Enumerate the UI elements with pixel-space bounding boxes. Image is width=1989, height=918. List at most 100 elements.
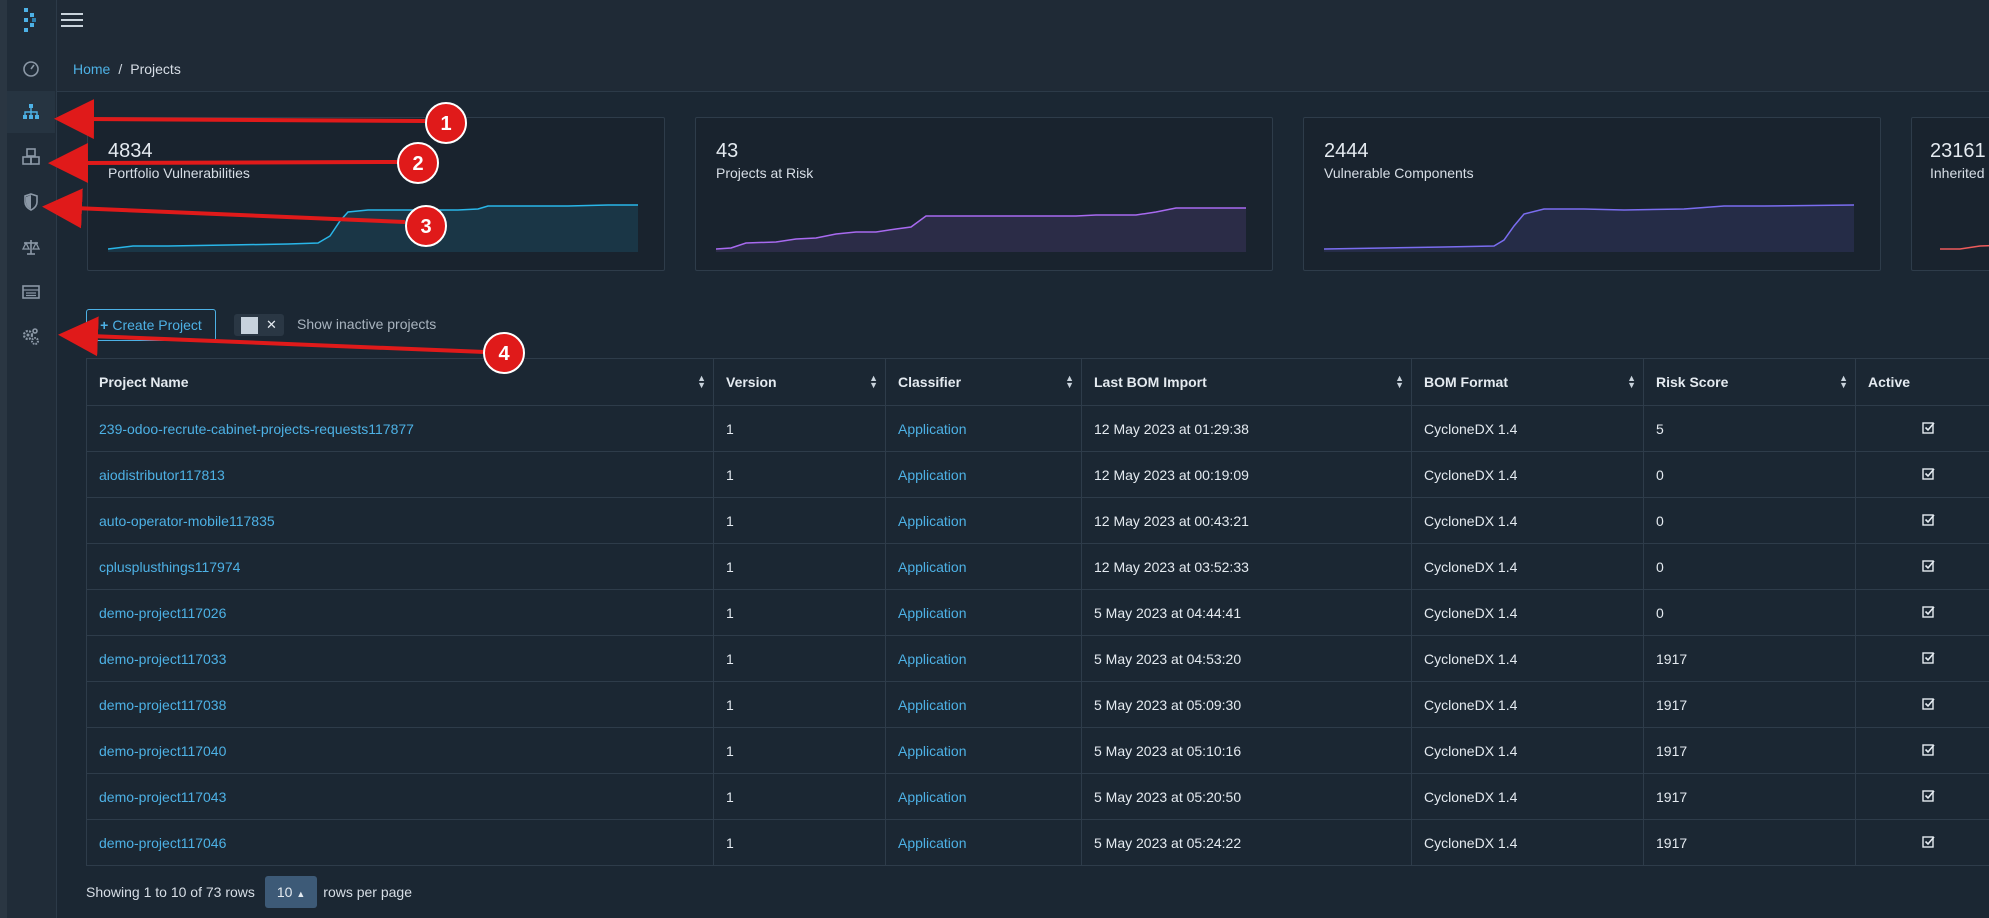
metric-value: 43 (716, 140, 739, 162)
sidebar-edge (0, 0, 7, 918)
cell-risk-score: 5 (1643, 405, 1856, 452)
project-name-link[interactable]: cplusplusthings117974 (86, 543, 714, 590)
project-name-link[interactable]: 239-odoo-recrute-cabinet-projects-reques… (86, 405, 714, 452)
metric-card-projects-at-risk[interactable]: 43 Projects at Risk (695, 117, 1273, 271)
admin-settings-icon (22, 328, 39, 345)
project-name-link[interactable]: aiodistributor117813 (86, 451, 714, 498)
cell-bom-format: CycloneDX 1.4 (1411, 497, 1644, 544)
breadcrumb-current: Projects (130, 60, 181, 77)
table-row[interactable]: 239-odoo-recrute-cabinet-projects-reques… (86, 405, 1989, 452)
sort-icon[interactable]: ▲ ▼ (1395, 374, 1404, 390)
cell-risk-score: 0 (1643, 497, 1856, 544)
table-row[interactable]: demo-project117040 1 Application 5 May 2023… (86, 727, 1989, 774)
classifier-link[interactable]: Application (885, 451, 1082, 498)
classifier-link[interactable]: Application (885, 589, 1082, 636)
cell-last-bom-import: 5 May 2023 at 05:10:16 (1081, 727, 1412, 774)
metric-card-vulnerable-components[interactable]: 2444 Vulnerable Components (1303, 117, 1881, 271)
cell-active (1855, 589, 1989, 636)
project-name-link[interactable]: demo-project117033 (86, 635, 714, 682)
column-header-bom-format[interactable]: BOM Format ▲ ▼ (1411, 358, 1644, 406)
table-row[interactable]: auto-operator-mobile117835 1 Application 12… (86, 497, 1989, 544)
cell-active (1855, 405, 1989, 452)
page-size-select[interactable]: 10 ▲ (264, 876, 318, 908)
active-checkbox-icon (1922, 559, 1935, 572)
cell-bom-format: CycloneDX 1.4 (1411, 773, 1644, 820)
column-header-version[interactable]: Version ▲ ▼ (713, 358, 886, 406)
sort-icon[interactable]: ▲ ▼ (869, 374, 878, 390)
table-row[interactable]: demo-project117046 1 Application 5 May 2023… (86, 819, 1989, 866)
classifier-link[interactable]: Application (885, 681, 1082, 728)
table-row[interactable]: demo-project117033 1 Application 5 May 2023… (86, 635, 1989, 682)
classifier-link[interactable]: Application (885, 727, 1082, 774)
project-name-link[interactable]: demo-project117046 (86, 819, 714, 866)
nav-tags[interactable] (7, 271, 55, 313)
project-name-link[interactable]: demo-project117026 (86, 589, 714, 636)
project-name-link[interactable]: demo-project117040 (86, 727, 714, 774)
table-row[interactable]: aiodistributor117813 1 Application 12 May 2… (86, 451, 1989, 498)
cell-active (1855, 773, 1989, 820)
cell-last-bom-import: 12 May 2023 at 00:43:21 (1081, 497, 1412, 544)
nav-admin[interactable] (7, 316, 55, 358)
cell-last-bom-import: 5 May 2023 at 04:53:20 (1081, 635, 1412, 682)
menu-toggle-icon[interactable] (61, 10, 83, 28)
tags-icon (22, 285, 40, 299)
classifier-link[interactable]: Application (885, 405, 1082, 452)
top-bar (57, 0, 1989, 47)
column-header-risk-score[interactable]: Risk Score ▲ ▼ (1643, 358, 1856, 406)
breadcrumb: Home / Projects (73, 61, 181, 77)
table-row[interactable]: demo-project117026 1 Application 5 May 2023… (86, 589, 1989, 636)
classifier-link[interactable]: Application (885, 773, 1082, 820)
cell-bom-format: CycloneDX 1.4 (1411, 727, 1644, 774)
show-inactive-label: Show inactive projects (297, 316, 437, 332)
table-row[interactable]: cplusplusthings117974 1 Application 12 May … (86, 543, 1989, 590)
column-header-project-name[interactable]: Project Name ▲ ▼ (86, 358, 714, 406)
cell-risk-score: 0 (1643, 543, 1856, 590)
cell-risk-score: 0 (1643, 589, 1856, 636)
cell-version: 1 (713, 451, 886, 498)
metric-card-portfolio-vulnerabilities[interactable]: 4834 Portfolio Vulnerabilities (87, 117, 665, 271)
table-row[interactable]: demo-project117043 1 Application 5 May 2023… (86, 773, 1989, 820)
nav-vulnerabilities[interactable] (7, 181, 55, 223)
project-name-link[interactable]: demo-project117038 (86, 681, 714, 728)
project-name-link[interactable]: demo-project117043 (86, 773, 714, 820)
cell-risk-score: 1917 (1643, 681, 1856, 728)
sparkline-projects-at-risk (716, 207, 1246, 252)
nav-projects[interactable] (7, 91, 55, 133)
dashboard-icon (23, 61, 39, 77)
cell-bom-format: CycloneDX 1.4 (1411, 405, 1644, 452)
table-row[interactable]: demo-project117038 1 Application 5 May 2023… (86, 681, 1989, 728)
cell-last-bom-import: 5 May 2023 at 05:24:22 (1081, 819, 1412, 866)
cell-active (1855, 497, 1989, 544)
classifier-link[interactable]: Application (885, 497, 1082, 544)
cell-bom-format: CycloneDX 1.4 (1411, 589, 1644, 636)
classifier-link[interactable]: Application (885, 819, 1082, 866)
cell-version: 1 (713, 681, 886, 728)
sort-icon[interactable]: ▲ ▼ (1627, 374, 1636, 390)
active-checkbox-icon (1922, 697, 1935, 710)
column-header-classifier[interactable]: Classifier ▲ ▼ (885, 358, 1082, 406)
metric-card-inherited[interactable]: 23161 Inherited (1911, 117, 1989, 271)
sort-icon[interactable]: ▲ ▼ (1065, 374, 1074, 390)
cell-risk-score: 1917 (1643, 727, 1856, 774)
create-project-button[interactable]: + Create Project (86, 309, 216, 341)
nav-components[interactable] (7, 136, 55, 178)
cell-last-bom-import: 12 May 2023 at 00:19:09 (1081, 451, 1412, 498)
column-header-last-bom-import[interactable]: Last BOM Import ▲ ▼ (1081, 358, 1412, 406)
classifier-link[interactable]: Application (885, 543, 1082, 590)
cell-version: 1 (713, 543, 886, 590)
sort-icon[interactable]: ▲ ▼ (697, 374, 706, 390)
column-header-active[interactable]: Active (1855, 358, 1989, 406)
nav-dashboard[interactable] (7, 47, 55, 89)
nav-license[interactable] (7, 226, 55, 268)
active-checkbox-icon (1922, 467, 1935, 480)
classifier-link[interactable]: Application (885, 635, 1082, 682)
metric-label: Portfolio Vulnerabilities (108, 165, 250, 181)
metric-value: 2444 (1324, 140, 1369, 162)
projects-icon (23, 104, 39, 119)
project-name-link[interactable]: auto-operator-mobile117835 (86, 497, 714, 544)
app-logo-icon[interactable] (22, 6, 38, 34)
show-inactive-toggle[interactable]: ✕ (234, 314, 284, 336)
breadcrumb-home-link[interactable]: Home (73, 61, 110, 77)
active-checkbox-icon (1922, 789, 1935, 802)
sort-icon[interactable]: ▲ ▼ (1839, 374, 1848, 390)
